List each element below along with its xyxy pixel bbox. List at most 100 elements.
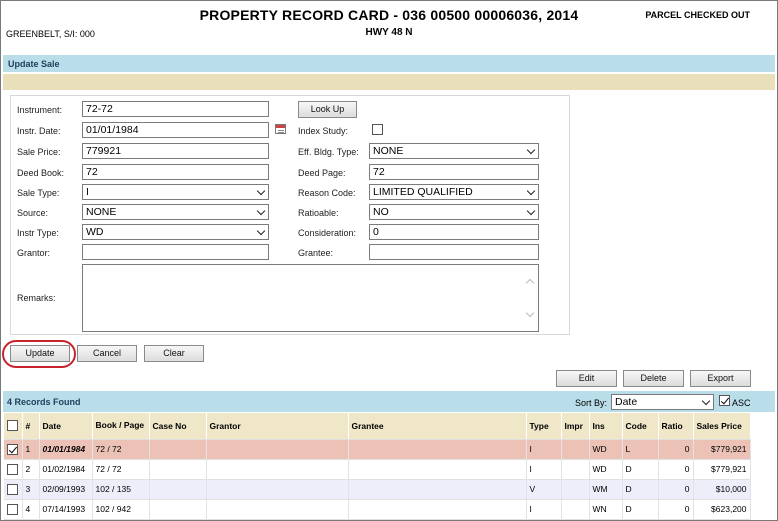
scroll-up-icon[interactable] [525, 278, 535, 288]
consideration-label: Consideration: [298, 228, 357, 238]
export-button[interactable]: Export [690, 370, 751, 387]
instr-type-select[interactable]: WD [82, 224, 269, 240]
row-impr [561, 479, 590, 500]
source-label: Source: [17, 208, 49, 218]
column-header[interactable]: Date [39, 413, 93, 440]
table-row[interactable]: 3 02/09/1993 102 / 135 V WM D 0 $10,000 [4, 479, 751, 500]
row-impr [561, 439, 590, 460]
header-select-all[interactable] [4, 413, 23, 440]
row-ratio: 0 [658, 499, 694, 520]
row-checkbox[interactable] [7, 463, 18, 475]
deed-page-input[interactable]: 72 [369, 164, 539, 180]
row-ins: WD [589, 459, 623, 480]
edit-button[interactable]: Edit [556, 370, 617, 387]
page-subtitle: HWY 48 N [365, 27, 413, 38]
parcel-status-label: PARCEL CHECKED OUT [645, 10, 750, 20]
table-row[interactable]: 2 01/02/1984 72 / 72 I WD D 0 $779,921 [4, 459, 751, 480]
clear-button[interactable]: Clear [144, 345, 204, 362]
instrument-label: Instrument: [17, 105, 63, 115]
row-date: 02/09/1993 [39, 479, 93, 500]
select-all-checkbox[interactable] [7, 420, 18, 432]
remarks-label: Remarks: [17, 293, 56, 303]
row-type: I [526, 499, 562, 520]
index-study-checkbox[interactable] [372, 124, 383, 135]
scroll-down-icon[interactable] [525, 308, 535, 318]
row-ins: WN [589, 499, 623, 520]
row-type: V [526, 479, 562, 500]
remarks-textarea[interactable] [82, 264, 539, 332]
sale-price-label: Sale Price: [17, 147, 61, 157]
deed-book-input[interactable]: 72 [82, 164, 269, 180]
column-header[interactable]: Book / Page [92, 413, 150, 440]
row-type: I [526, 459, 562, 480]
instr-type-label: Instr Type: [17, 228, 59, 238]
row-checkbox[interactable] [7, 483, 18, 495]
row-grantor [206, 479, 349, 500]
row-ratio: 0 [658, 459, 694, 480]
highlight-ring-annotation [2, 340, 76, 368]
row-number: 3 [22, 479, 40, 500]
column-header[interactable]: Case No [149, 413, 207, 440]
eff-bldg-type-label: Eff. Bldg. Type: [298, 147, 359, 157]
row-grantee [348, 439, 527, 460]
asc-checkbox[interactable] [719, 395, 730, 406]
row-code: D [622, 479, 659, 500]
row-price: $779,921 [693, 459, 751, 480]
row-code: D [622, 459, 659, 480]
column-header[interactable]: Sales Price [693, 413, 751, 440]
grantor-input[interactable] [82, 244, 269, 260]
eff-bldg-type-select[interactable]: NONE [369, 143, 539, 159]
reason-code-label: Reason Code: [298, 188, 356, 198]
row-number: 2 [22, 459, 40, 480]
clear-button-label: Clear [163, 348, 185, 358]
delete-button-label: Delete [640, 373, 667, 383]
sale-type-label: Sale Type: [17, 188, 60, 198]
column-header[interactable]: Type [526, 413, 562, 440]
row-checkbox[interactable] [7, 443, 18, 455]
column-header[interactable]: Code [622, 413, 659, 440]
row-book-page: 102 / 135 [92, 479, 150, 500]
row-date: 01/02/1984 [39, 459, 93, 480]
ratioable-select[interactable]: NO [369, 204, 539, 220]
column-header[interactable]: # [22, 413, 40, 440]
row-checkbox[interactable] [7, 503, 18, 515]
deed-page-label: Deed Page: [298, 168, 346, 178]
row-date: 01/01/1984 [39, 439, 93, 460]
instr-date-input[interactable]: 01/01/1984 [82, 122, 269, 138]
column-header[interactable]: Ins [589, 413, 623, 440]
row-number: 4 [22, 499, 40, 520]
column-header[interactable]: Grantor [206, 413, 349, 440]
sale-type-select[interactable]: I [82, 184, 269, 200]
cancel-button[interactable]: Cancel [77, 345, 137, 362]
sale-price-input[interactable]: 779921 [82, 143, 269, 159]
row-grantee [348, 499, 527, 520]
section-message-bar [3, 74, 775, 90]
row-case-no [149, 439, 207, 460]
reason-code-select[interactable]: LIMITED QUALIFIED [369, 184, 539, 200]
row-case-no [149, 479, 207, 500]
row-ratio: 0 [658, 439, 694, 460]
source-select[interactable]: NONE [82, 204, 269, 220]
grantee-input[interactable] [369, 244, 539, 260]
table-row[interactable]: 1 01/01/1984 72 / 72 I WD L 0 $779,921 [4, 439, 751, 460]
instrument-input[interactable]: 72-72 [82, 101, 269, 117]
row-code: D [622, 499, 659, 520]
column-header[interactable]: Grantee [348, 413, 527, 440]
section-title: Update Sale [8, 59, 60, 69]
parcel-info: GREENBELT, S/I: 000 [6, 29, 95, 39]
row-number: 1 [22, 439, 40, 460]
grantor-label: Grantor: [17, 248, 51, 258]
table-header-row: # Date Book / Page Case No Grantor Grant… [4, 413, 751, 440]
table-row[interactable]: 4 07/14/1993 102 / 942 I WN D 0 $623,200 [4, 499, 751, 520]
column-header[interactable]: Impr [561, 413, 590, 440]
lookup-button[interactable]: Look Up [298, 101, 357, 118]
ratioable-label: Ratioable: [298, 208, 339, 218]
row-impr [561, 499, 590, 520]
calendar-icon[interactable] [275, 124, 286, 134]
sort-by-select[interactable]: Date [611, 394, 714, 410]
consideration-input[interactable]: 0 [369, 224, 539, 240]
records-table: # Date Book / Page Case No Grantor Grant… [4, 413, 751, 520]
delete-button[interactable]: Delete [623, 370, 684, 387]
column-header[interactable]: Ratio [658, 413, 694, 440]
export-button-label: Export [707, 373, 734, 383]
